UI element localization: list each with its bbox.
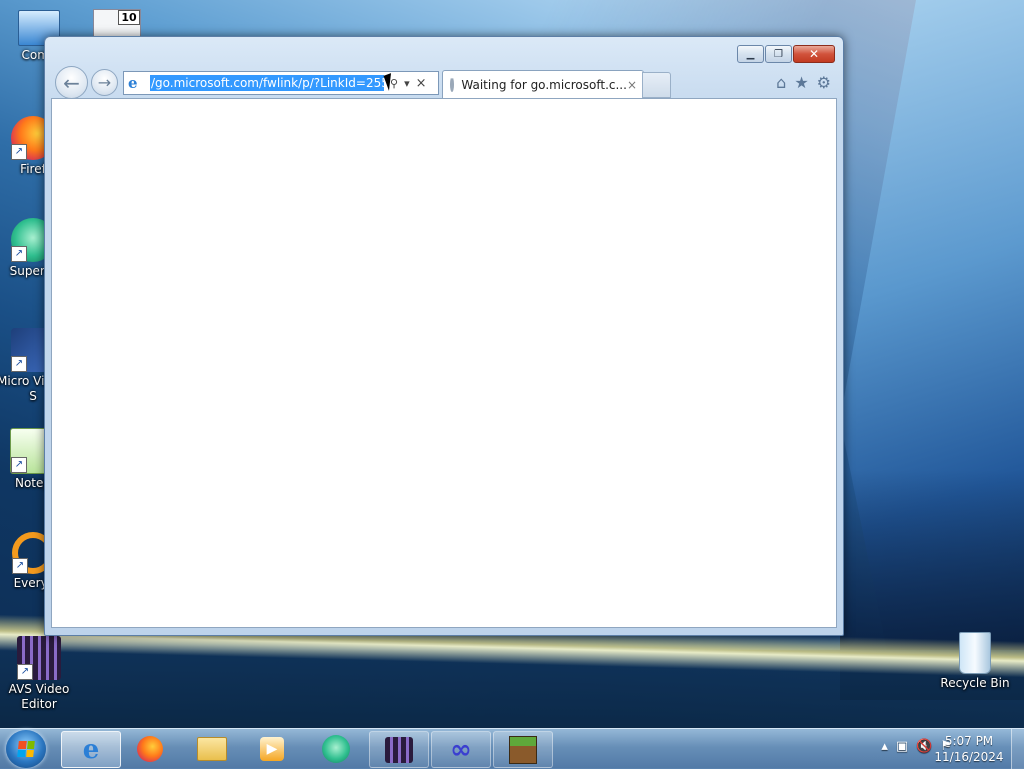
shortcut-arrow-icon: ↗	[11, 144, 27, 160]
shortcut-arrow-icon: ↗	[11, 457, 27, 473]
taskbar-visual-studio-button[interactable]: ∞	[431, 731, 491, 768]
browser-window[interactable]: ▁ ❐ ✕ ← → e /go.microsoft.com/fwlink/p/?…	[44, 36, 844, 636]
desktop-icon-label: AVS Video Editor	[8, 682, 70, 711]
media-player-icon: ▶	[260, 736, 284, 761]
show-hidden-icons-icon[interactable]: ▴	[881, 739, 888, 754]
desktop-icon-label: Firef	[20, 162, 46, 176]
taskbar-minecraft-button[interactable]	[493, 731, 553, 768]
new-tab-button[interactable]	[642, 72, 671, 98]
clock-date: 11/16/2024	[934, 750, 1004, 764]
address-url[interactable]: /go.microsoft.com/fwlink/p/?LinkId=25514…	[150, 75, 384, 91]
favorites-star-icon[interactable]: ★	[794, 73, 808, 92]
clock[interactable]: 5:07 PM 11/16/2024	[934, 733, 1004, 765]
recycle-bin-icon	[959, 632, 991, 674]
network-icon[interactable]: ▣	[896, 739, 908, 754]
taskbar-ie-button[interactable]: e	[61, 731, 121, 768]
arrow-right-icon: →	[97, 73, 112, 92]
window-controls: ▁ ❐ ✕	[736, 45, 835, 63]
clock-time: 5:07 PM	[944, 734, 994, 748]
film-icon	[385, 736, 413, 763]
volume-muted-icon[interactable]: 🔇	[916, 739, 932, 754]
taskbar: e ▶ ∞ ▴ ▣ 🔇 ⚑ 5:07 PM 11/16/2024	[0, 728, 1024, 769]
film-icon: ↗	[17, 636, 61, 680]
browser-icon	[322, 734, 350, 763]
loading-spinner-icon	[450, 77, 455, 92]
infinity-icon: ∞	[450, 734, 472, 765]
desktop-icon-avs-video-editor[interactable]: ↗ AVS Video Editor	[0, 636, 78, 712]
arrow-left-icon: ←	[63, 70, 80, 95]
taskbar-supermium-button[interactable]	[307, 731, 365, 766]
tab-title: Waiting for go.microsoft.c...	[461, 77, 627, 92]
shortcut-arrow-icon: ↗	[12, 558, 28, 574]
badge-number: 10	[118, 10, 140, 25]
ie-page-icon: e	[128, 74, 138, 92]
taskbar-media-player-button[interactable]: ▶	[243, 731, 301, 766]
shortcut-arrow-icon: ↗	[11, 246, 27, 262]
back-button[interactable]: ←	[55, 66, 88, 99]
desktop-icon-recycle-bin[interactable]: Recycle Bin	[936, 632, 1014, 691]
desktop-icon-label: Recycle Bin	[940, 676, 1010, 690]
home-icon[interactable]: ⌂	[776, 73, 786, 92]
windows-logo-icon	[17, 741, 35, 757]
gear-icon[interactable]: ⚙	[817, 73, 831, 92]
chevron-down-icon[interactable]: ▾	[404, 77, 410, 90]
taskbar-firefox-button[interactable]	[121, 731, 179, 766]
grass-block-icon	[509, 735, 537, 764]
tab-close-icon[interactable]: ×	[627, 78, 637, 92]
minimize-button[interactable]: ▁	[737, 45, 764, 63]
maximize-button[interactable]: ❐	[765, 45, 792, 63]
shortcut-arrow-icon: ↗	[11, 356, 27, 372]
folder-icon	[197, 736, 227, 761]
close-button[interactable]: ✕	[793, 45, 835, 63]
start-button[interactable]	[6, 730, 46, 768]
shortcut-arrow-icon: ↗	[17, 664, 33, 680]
firefox-icon	[137, 735, 163, 762]
taskbar-avs-button[interactable]	[369, 731, 429, 768]
page-content[interactable]	[51, 98, 837, 628]
tab-loading[interactable]: Waiting for go.microsoft.c... ×	[442, 70, 644, 98]
command-icons: ⌂ ★ ⚙	[776, 73, 831, 92]
show-desktop-button[interactable]	[1011, 729, 1024, 769]
ie-icon: e	[82, 734, 100, 765]
stop-icon[interactable]: ×	[416, 76, 427, 91]
taskbar-explorer-button[interactable]	[183, 731, 241, 766]
forward-button[interactable]: →	[91, 69, 118, 96]
